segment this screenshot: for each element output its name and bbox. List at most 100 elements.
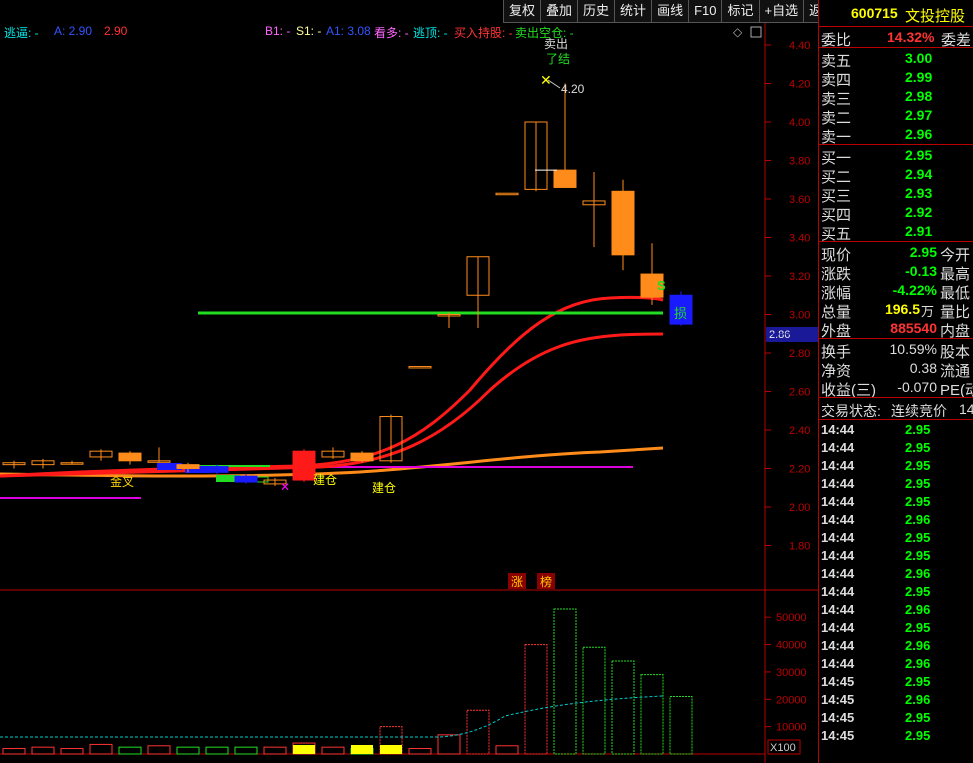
tick-time: 14:44 <box>821 656 855 671</box>
candle-body[interactable] <box>408 365 432 369</box>
volume-bar[interactable] <box>205 746 229 755</box>
kline-chart[interactable]: 4.40 4.20 4.00 3.80 3.60 3.40 3.20 3.00 2.80 2.60… <box>0 0 818 763</box>
stat2-value: 0.38 <box>909 360 937 376</box>
tick-price: 2.95 <box>905 422 931 437</box>
tick-time: 14:44 <box>821 602 855 617</box>
toolbar-button-7[interactable]: +自选 <box>758 0 804 23</box>
candle-body[interactable] <box>495 192 519 196</box>
tick-time: 14:44 <box>821 440 855 455</box>
tick-price: 2.95 <box>905 728 931 743</box>
volume-tick-label: 40000 <box>776 640 807 652</box>
legend-escape: 逃逼: - <box>4 26 39 40</box>
stat2-value: 10.59% <box>889 341 937 357</box>
tick-price: 2.95 <box>905 440 931 455</box>
tick-time: 14:44 <box>821 458 855 473</box>
stock-name: 文投控股 <box>905 8 966 25</box>
candle-body[interactable] <box>350 452 374 462</box>
panel-separator <box>819 47 973 48</box>
volume-bar-highlight <box>351 745 373 754</box>
toolbar-button-2[interactable]: 历史 <box>577 0 615 23</box>
tick-time: 14:44 <box>821 584 855 599</box>
webi-row: 委比 14.32% 委差 <box>819 28 973 49</box>
volume-bar[interactable] <box>669 696 693 755</box>
volume-bar[interactable] <box>147 745 171 755</box>
panel-separator <box>819 419 973 420</box>
bid-price: 2.94 <box>905 166 933 182</box>
buy-cross-marker-icon: ✕ <box>280 480 290 494</box>
candle-body[interactable] <box>118 452 142 462</box>
ask-row[interactable]: 卖二 2.97 <box>819 106 973 127</box>
toolbar-button-0[interactable]: 复权 <box>503 0 541 23</box>
ask-row[interactable]: 卖三 2.98 <box>819 87 973 108</box>
toolbar-button-6[interactable]: 标记 <box>721 0 759 23</box>
volume-bar[interactable] <box>553 608 577 755</box>
stock-code: 600715 <box>851 5 898 21</box>
tick-price: 2.95 <box>905 584 931 599</box>
price-tick-label: 2.00 <box>789 502 810 514</box>
tick-row: 14:44 2.95 <box>819 421 973 439</box>
bid-row[interactable]: 买一 2.95 <box>819 146 973 167</box>
volume-bar[interactable] <box>321 746 345 755</box>
volume-bar[interactable] <box>437 734 461 755</box>
panel-separator <box>819 26 973 27</box>
volume-bar[interactable] <box>495 745 519 755</box>
volume-bar[interactable] <box>89 743 113 755</box>
build-position-label-1: 建仓 <box>313 473 337 487</box>
volume-bar[interactable] <box>263 746 287 755</box>
volume-bar[interactable] <box>524 644 548 755</box>
stop-loss-label: 损 <box>674 306 687 321</box>
bid-row[interactable]: 买五 2.91 <box>819 222 973 243</box>
indicator-legend: 逃逼: - A: 2.90 2.90 B1: - S1: - A1: 3.08 … <box>0 22 765 40</box>
toolbar-button-1[interactable]: 叠加 <box>540 0 578 23</box>
volume-bar[interactable] <box>408 748 432 755</box>
candle-body[interactable] <box>611 190 635 256</box>
bid-row[interactable]: 买四 2.92 <box>819 203 973 224</box>
bid-row[interactable]: 买二 2.94 <box>819 165 973 186</box>
tick-time: 14:45 <box>821 692 855 707</box>
stat-row: 涨跌 -0.13 最高 <box>819 262 973 283</box>
quote-panel: 600715 文投控股委比 14.32% 委差 卖五 3.00 卖四 2.99 卖三 2.98 卖二… <box>818 0 973 763</box>
price-tick-label: 2.40 <box>789 425 810 437</box>
high-price-label: 4.20 <box>561 82 585 96</box>
price-tick-label: 4.20 <box>789 79 810 91</box>
toolbar-button-4[interactable]: 画线 <box>651 0 689 23</box>
candle-body[interactable] <box>205 466 229 473</box>
stat-value: -0.13 <box>905 263 937 279</box>
candle-body[interactable] <box>234 475 258 483</box>
bid-row[interactable]: 买三 2.93 <box>819 184 973 205</box>
volume-ma-line <box>0 695 664 738</box>
candle-body[interactable] <box>292 450 316 481</box>
panel-separator <box>819 397 973 398</box>
tick-time: 14:45 <box>821 710 855 725</box>
ask-row[interactable]: 卖一 2.96 <box>819 125 973 146</box>
bid-price: 2.91 <box>905 223 933 239</box>
stat2-row: 收益(三)-0.070PE(动) <box>819 378 973 399</box>
trade-status: 连续竞价 <box>891 403 947 419</box>
volume-bar[interactable] <box>118 746 142 755</box>
tick-row: 14:44 2.95 <box>819 439 973 457</box>
price-tick-label: 3.80 <box>789 156 810 168</box>
tick-row: 14:45 2.95 <box>819 727 973 745</box>
volume-bar[interactable] <box>60 748 84 755</box>
stop-s-label: S <box>657 278 666 293</box>
volume-bar[interactable] <box>611 660 635 755</box>
candle-body[interactable] <box>553 169 577 188</box>
toolbar-button-5[interactable]: F10 <box>688 0 722 23</box>
chart-toolbar: 复权叠加历史统计画线F10标记+自选返回 <box>503 0 841 23</box>
ask-row[interactable]: 卖五 3.00 <box>819 49 973 70</box>
candle-body[interactable] <box>176 464 200 469</box>
tick-time: 14:44 <box>821 494 855 509</box>
volume-bar[interactable] <box>176 746 200 755</box>
volume-bar[interactable] <box>31 746 55 755</box>
tick-row: 14:44 2.96 <box>819 655 973 673</box>
ask-row[interactable]: 卖四 2.99 <box>819 68 973 89</box>
volume-bar[interactable] <box>2 748 26 755</box>
stock-header[interactable]: 600715 文投控股 <box>819 4 973 26</box>
volume-bar[interactable] <box>640 674 664 755</box>
legend-bull: 看多: - <box>374 26 409 40</box>
tick-time: 14:44 <box>821 548 855 563</box>
volume-tick-label: 50000 <box>776 612 807 624</box>
toolbar-button-3[interactable]: 统计 <box>614 0 652 23</box>
volume-bar[interactable] <box>234 746 258 755</box>
tick-price: 2.96 <box>905 512 931 527</box>
